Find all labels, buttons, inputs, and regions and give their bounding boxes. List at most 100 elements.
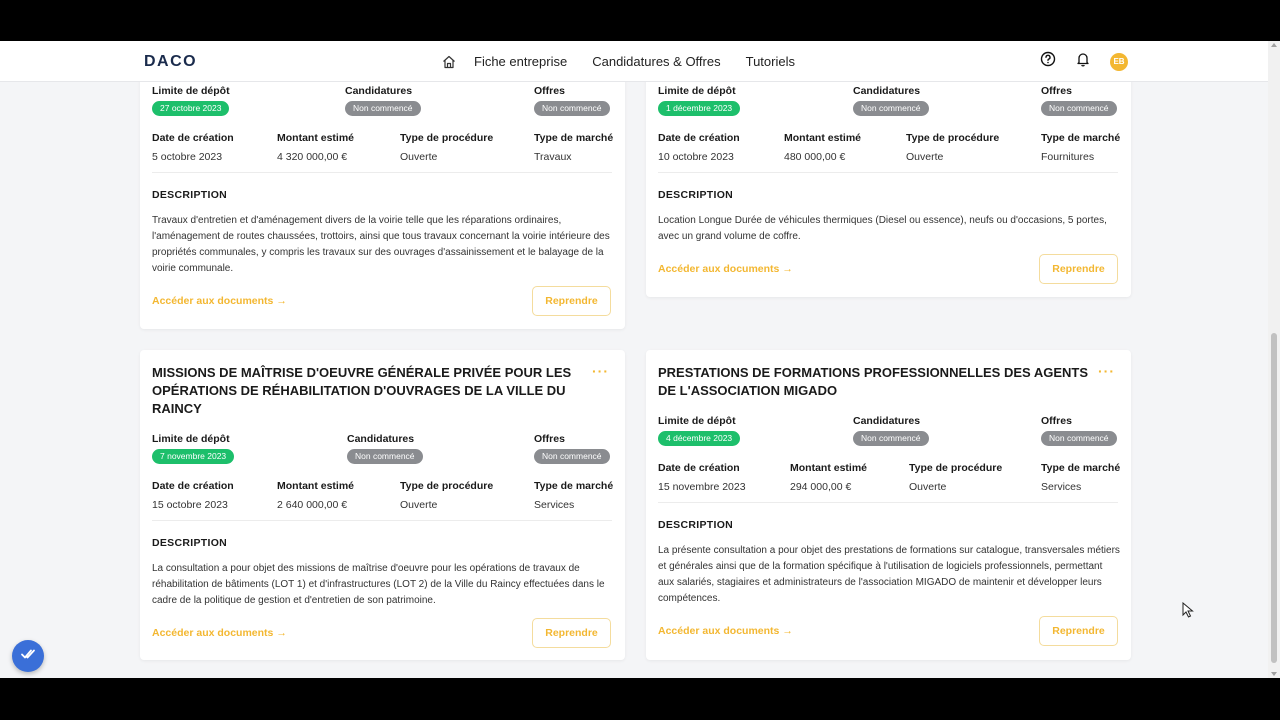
avatar[interactable]: EB	[1110, 52, 1128, 71]
description-heading: DESCRIPTION	[658, 189, 734, 201]
offers-label: Offres	[1041, 415, 1072, 427]
tender-card: MISSIONS DE MAÎTRISE D'OEUVRE GÉNÉRALE P…	[140, 350, 625, 660]
market-value: Travaux	[534, 151, 572, 163]
nav-tutoriels[interactable]: Tutoriels	[746, 54, 795, 69]
deadline-label: Limite de dépôt	[658, 415, 736, 427]
amount-label: Montant estimé	[277, 480, 355, 492]
page-viewport: Limite de dépôt Candidatures Offres 27 o…	[0, 41, 1280, 678]
documents-link[interactable]: Accéder aux documents →	[658, 625, 793, 637]
checklist-fab[interactable]	[12, 640, 44, 672]
double-check-icon	[19, 645, 37, 668]
more-options-icon[interactable]: ···	[1098, 363, 1115, 379]
main-nav: Fiche entreprise Candidatures & Offres T…	[441, 41, 795, 82]
applications-status-badge: Non commencé	[853, 101, 929, 116]
nav-candidatures-offres[interactable]: Candidatures & Offres	[592, 54, 720, 69]
top-navbar: DACO Fiche entreprise Candidatures & Off…	[0, 41, 1268, 82]
description-heading: DESCRIPTION	[152, 537, 228, 549]
created-value: 15 octobre 2023	[152, 499, 228, 511]
amount-value: 2 640 000,00 €	[277, 499, 348, 511]
resume-button[interactable]: Reprendre	[1039, 616, 1118, 646]
applications-label: Candidatures	[347, 433, 415, 445]
resume-button[interactable]: Reprendre	[532, 618, 611, 648]
amount-value: 480 000,00 €	[784, 151, 846, 163]
divider	[658, 502, 1118, 503]
applications-label: Candidatures	[853, 85, 921, 97]
tender-title[interactable]: MISSIONS DE MAÎTRISE D'OEUVRE GÉNÉRALE P…	[152, 364, 592, 418]
applications-label: Candidatures	[853, 415, 921, 427]
applications-status-badge: Non commencé	[853, 431, 929, 446]
divider	[152, 520, 612, 521]
bell-icon[interactable]	[1075, 51, 1091, 72]
description-text: La présente consultation a pour objet de…	[658, 545, 1120, 604]
offers-label: Offres	[1041, 85, 1072, 97]
scroll-down-arrow-icon[interactable]	[1271, 672, 1277, 676]
created-value: 15 novembre 2023	[658, 481, 746, 493]
arrow-right-icon: →	[782, 625, 793, 637]
app-logo[interactable]: DACO	[144, 53, 197, 71]
market-label: Type de marché	[534, 480, 614, 492]
offers-label: Offres	[534, 433, 565, 445]
offers-label: Offres	[534, 85, 565, 97]
deadline-badge: 1 décembre 2023	[658, 101, 741, 116]
documents-link[interactable]: Accéder aux documents →	[658, 263, 793, 275]
offers-status-badge: Non commencé	[534, 449, 610, 464]
market-label: Type de marché	[1041, 132, 1121, 144]
arrow-right-icon: →	[276, 295, 287, 307]
documents-link[interactable]: Accéder aux documents →	[152, 295, 287, 307]
amount-label: Montant estimé	[784, 132, 862, 144]
applications-status-badge: Non commencé	[347, 449, 423, 464]
divider	[152, 172, 612, 173]
deadline-label: Limite de dépôt	[152, 433, 230, 445]
header-actions: EB	[1040, 41, 1128, 82]
description-text: Location Longue Durée de véhicules therm…	[658, 215, 1107, 242]
procedure-label: Type de procédure	[909, 462, 1003, 474]
procedure-value: Ouverte	[400, 499, 438, 511]
market-value: Fournitures	[1041, 151, 1095, 163]
procedure-label: Type de procédure	[906, 132, 1000, 144]
documents-link[interactable]: Accéder aux documents →	[152, 627, 287, 639]
market-value: Services	[534, 499, 575, 511]
created-label: Date de création	[658, 132, 740, 144]
market-label: Type de marché	[1041, 462, 1121, 474]
amount-label: Montant estimé	[790, 462, 868, 474]
arrow-right-icon: →	[782, 263, 793, 275]
market-label: Type de marché	[534, 132, 614, 144]
applications-label: Candidatures	[345, 85, 413, 97]
created-label: Date de création	[658, 462, 740, 474]
resume-button[interactable]: Reprendre	[532, 286, 611, 316]
procedure-label: Type de procédure	[400, 480, 494, 492]
market-value: Services	[1041, 481, 1082, 493]
procedure-value: Ouverte	[906, 151, 944, 163]
tender-card: PRESTATIONS DE FORMATIONS PROFESSIONNELL…	[646, 350, 1131, 660]
created-value: 5 octobre 2023	[152, 151, 223, 163]
deadline-badge: 4 décembre 2023	[658, 431, 741, 446]
deadline-badge: 27 octobre 2023	[152, 101, 230, 116]
home-icon[interactable]	[441, 54, 457, 70]
description-heading: DESCRIPTION	[152, 189, 228, 201]
amount-value: 4 320 000,00 €	[277, 151, 348, 163]
nav-fiche-entreprise[interactable]: Fiche entreprise	[474, 54, 567, 69]
more-options-icon[interactable]: ···	[592, 363, 609, 379]
applications-status-badge: Non commencé	[345, 101, 421, 116]
page-scrollbar[interactable]	[1268, 41, 1280, 678]
scroll-up-arrow-icon[interactable]	[1271, 43, 1277, 47]
scrollbar-thumb[interactable]	[1271, 333, 1277, 663]
deadline-label: Limite de dépôt	[152, 85, 230, 97]
tender-title[interactable]: PRESTATIONS DE FORMATIONS PROFESSIONNELL…	[658, 364, 1098, 400]
procedure-value: Ouverte	[400, 151, 438, 163]
created-value: 10 octobre 2023	[658, 151, 734, 163]
help-icon[interactable]	[1040, 51, 1056, 72]
offers-status-badge: Non commencé	[1041, 101, 1117, 116]
tender-card: Limite de dépôt Candidatures Offres 27 o…	[140, 71, 625, 329]
description-heading: DESCRIPTION	[658, 519, 734, 531]
description-text: Travaux d'entretien et d'aménagement div…	[152, 215, 610, 274]
mouse-cursor-icon	[1182, 601, 1194, 623]
created-label: Date de création	[152, 132, 234, 144]
tender-card: Limite de dépôt Candidatures Offres 1 dé…	[646, 71, 1131, 297]
description-text: La consultation a pour objet des mission…	[152, 563, 605, 606]
amount-label: Montant estimé	[277, 132, 355, 144]
procedure-value: Ouverte	[909, 481, 947, 493]
resume-button[interactable]: Reprendre	[1039, 254, 1118, 284]
offers-status-badge: Non commencé	[534, 101, 610, 116]
deadline-badge: 7 novembre 2023	[152, 449, 235, 464]
